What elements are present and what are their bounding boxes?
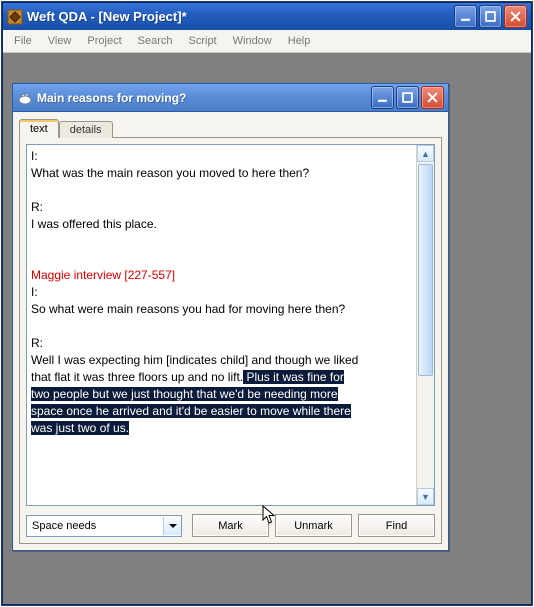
doc-line: Well I was expecting him [indicates chil… <box>31 353 358 367</box>
doc-line: So what were main reasons you had for mo… <box>31 302 345 316</box>
app-close-button[interactable] <box>504 5 527 28</box>
inner-minimize-button[interactable] <box>371 86 394 109</box>
document-area: I: What was the main reason you moved to… <box>26 144 435 506</box>
inner-window-controls <box>371 86 448 109</box>
workspace: Main reasons for moving? text deta <box>3 53 531 604</box>
doc-line: What was the main reason you moved to he… <box>31 166 309 180</box>
doc-selected: two people but we just thought that we'd… <box>31 387 338 401</box>
tab-text[interactable]: text <box>19 119 59 138</box>
doc-line: R: <box>31 336 43 350</box>
app-title: Weft QDA - [New Project]* <box>27 9 454 24</box>
menu-script[interactable]: Script <box>182 33 224 49</box>
mark-button[interactable]: Mark <box>192 514 269 537</box>
doc-heading: Maggie interview [227-557] <box>31 268 175 282</box>
app-minimize-button[interactable] <box>454 5 477 28</box>
find-button[interactable]: Find <box>358 514 435 537</box>
tab-details[interactable]: details <box>59 121 113 138</box>
doc-selected: space once he arrived and it'd be easier… <box>31 404 351 418</box>
inner-window: Main reasons for moving? text deta <box>12 83 449 551</box>
unmark-button[interactable]: Unmark <box>275 514 352 537</box>
scroll-down-button[interactable]: ▼ <box>417 488 434 505</box>
chevron-down-icon[interactable] <box>163 517 181 535</box>
button-row: Mark Unmark Find <box>192 514 435 537</box>
app-icon <box>7 9 23 25</box>
doc-selected: was just two of us. <box>31 421 129 435</box>
document-text[interactable]: I: What was the main reason you moved to… <box>27 145 416 505</box>
bottom-toolbar: Space needs Mark Unmark Find <box>26 514 435 537</box>
menu-search[interactable]: Search <box>131 33 180 49</box>
menubar: File View Project Search Script Window H… <box>3 30 531 53</box>
doc-selected: Plus it was fine for <box>243 370 344 384</box>
app-maximize-button[interactable] <box>479 5 502 28</box>
code-dropdown[interactable]: Space needs <box>26 515 182 537</box>
menu-window[interactable]: Window <box>226 33 279 49</box>
tab-panel: I: What was the main reason you moved to… <box>19 137 442 544</box>
doc-line: I: <box>31 149 38 163</box>
doc-line: I: <box>31 285 38 299</box>
document-icon <box>17 90 33 106</box>
inner-maximize-button[interactable] <box>396 86 419 109</box>
scroll-up-button[interactable]: ▲ <box>417 145 434 162</box>
menu-file[interactable]: File <box>7 33 39 49</box>
doc-line: that flat it was three floors up and no … <box>31 370 243 384</box>
app-titlebar: Weft QDA - [New Project]* <box>3 3 531 30</box>
code-dropdown-value: Space needs <box>27 520 163 532</box>
app-window: Weft QDA - [New Project]* File View Proj… <box>2 2 532 605</box>
doc-line: R: <box>31 200 43 214</box>
app-window-controls <box>454 5 531 28</box>
inner-titlebar[interactable]: Main reasons for moving? <box>13 84 448 112</box>
scroll-thumb[interactable] <box>418 164 433 376</box>
menu-help[interactable]: Help <box>281 33 318 49</box>
scroll-track[interactable] <box>417 162 434 488</box>
inner-body: text details I: What was the main reason… <box>13 112 448 550</box>
inner-title: Main reasons for moving? <box>37 91 371 105</box>
tabstrip: text details <box>19 116 442 137</box>
doc-line: I was offered this place. <box>31 217 157 231</box>
menu-project[interactable]: Project <box>80 33 128 49</box>
scrollbar-vertical[interactable]: ▲ ▼ <box>416 145 434 505</box>
menu-view[interactable]: View <box>41 33 79 49</box>
inner-close-button[interactable] <box>421 86 444 109</box>
